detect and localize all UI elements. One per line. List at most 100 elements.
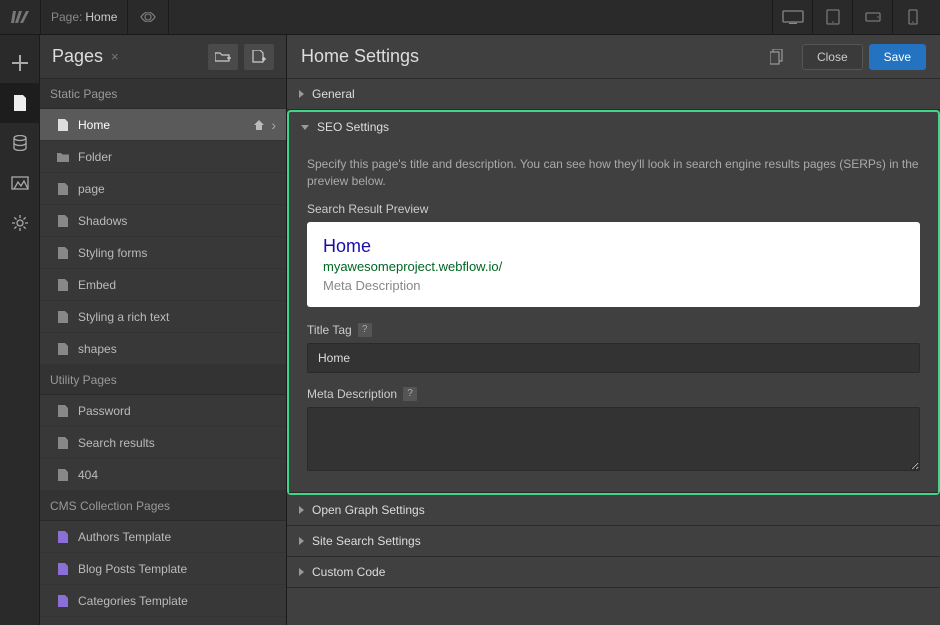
triangle-right-icon	[299, 537, 304, 545]
page-item-label: Authors Template	[78, 530, 171, 544]
cms-page-icon	[56, 562, 70, 576]
page-item-label: Shadows	[78, 214, 127, 228]
webflow-logo-icon[interactable]	[8, 5, 32, 29]
page-item[interactable]: 404	[40, 459, 286, 491]
page-selector[interactable]: Page: Home	[40, 0, 128, 35]
meta-description-input[interactable]	[307, 407, 920, 471]
page-item-folder[interactable]: Folder	[40, 141, 286, 173]
close-button[interactable]: Close	[802, 44, 863, 70]
triangle-right-icon	[299, 568, 304, 576]
assets-icon[interactable]	[0, 163, 40, 203]
page-item-label: Categories Template	[78, 594, 188, 608]
page-icon	[56, 436, 70, 450]
serp-description: Meta Description	[323, 278, 904, 293]
static-pages-header: Static Pages	[40, 79, 286, 109]
desktop-device-icon[interactable]	[772, 0, 812, 35]
cms-page-icon	[56, 594, 70, 608]
page-icon	[56, 246, 70, 260]
save-button[interactable]: Save	[869, 44, 926, 70]
custom-code-toggle[interactable]: Custom Code	[287, 557, 940, 587]
tablet-device-icon[interactable]	[812, 0, 852, 35]
page-item[interactable]: Styling forms	[40, 237, 286, 269]
copy-icon[interactable]	[770, 49, 784, 65]
phone-landscape-icon[interactable]	[852, 0, 892, 35]
page-item-label: Search results	[78, 436, 155, 450]
page-selector-name: Home	[85, 10, 117, 24]
top-bar: Page: Home	[0, 0, 940, 35]
page-icon	[56, 310, 70, 324]
page-icon	[56, 342, 70, 356]
page-icon	[56, 278, 70, 292]
help-icon[interactable]: ?	[403, 387, 417, 401]
help-icon[interactable]: ?	[358, 323, 372, 337]
og-toggle[interactable]: Open Graph Settings	[287, 495, 940, 525]
page-item[interactable]: Authors Template	[40, 521, 286, 553]
page-item[interactable]: Shadows	[40, 205, 286, 237]
phone-portrait-icon[interactable]	[892, 0, 932, 35]
meta-description-label: Meta Description ?	[307, 387, 920, 401]
serp-preview-label: Search Result Preview	[307, 202, 920, 216]
left-icon-bar	[0, 35, 40, 625]
triangle-down-icon	[301, 125, 309, 130]
page-icon	[56, 404, 70, 418]
pages-panel-header: Pages ×	[40, 35, 286, 79]
page-item-label: shapes	[78, 342, 117, 356]
seo-section-highlight: SEO Settings Specify this page's title a…	[287, 110, 940, 495]
page-item[interactable]: Password	[40, 395, 286, 427]
utility-pages-list: Password Search results 404	[40, 395, 286, 491]
device-switcher	[772, 0, 932, 35]
cms-pages-list: Authors Template Blog Posts Template Cat…	[40, 521, 286, 617]
site-search-toggle[interactable]: Site Search Settings	[287, 526, 940, 556]
cms-page-icon	[56, 530, 70, 544]
add-element-icon[interactable]	[0, 43, 40, 83]
section-label: General	[312, 87, 355, 101]
page-item[interactable]: Blog Posts Template	[40, 553, 286, 585]
custom-code-section: Custom Code	[287, 557, 940, 588]
page-item[interactable]: Styling a rich text	[40, 301, 286, 333]
page-icon	[56, 468, 70, 482]
serp-title: Home	[323, 236, 904, 257]
page-icon	[56, 118, 70, 132]
settings-title: Home Settings	[301, 46, 770, 67]
settings-header: Home Settings Close Save	[287, 35, 940, 79]
page-item-label: 404	[78, 468, 98, 482]
page-icon	[56, 182, 70, 196]
seo-toggle[interactable]: SEO Settings	[289, 112, 938, 142]
page-icon	[56, 214, 70, 228]
serp-url: myawesomeproject.webflow.io/	[323, 259, 904, 274]
triangle-right-icon	[299, 90, 304, 98]
section-label: Custom Code	[312, 565, 385, 579]
cms-icon[interactable]	[0, 123, 40, 163]
section-label: Open Graph Settings	[312, 503, 425, 517]
settings-gear-icon[interactable]	[0, 203, 40, 243]
og-section: Open Graph Settings	[287, 495, 940, 526]
close-icon[interactable]: ×	[111, 49, 119, 64]
new-page-button[interactable]	[244, 44, 274, 70]
page-selector-label: Page:	[51, 10, 82, 24]
section-label: Site Search Settings	[312, 534, 421, 548]
utility-pages-header: Utility Pages	[40, 365, 286, 395]
general-section: General	[287, 79, 940, 110]
page-item-label: Styling a rich text	[78, 310, 169, 324]
page-item-home[interactable]: Home ›	[40, 109, 286, 141]
serp-preview: Home myawesomeproject.webflow.io/ Meta D…	[307, 222, 920, 307]
folder-icon	[56, 150, 70, 164]
cms-pages-header: CMS Collection Pages	[40, 491, 286, 521]
title-tag-input[interactable]	[307, 343, 920, 373]
pages-icon[interactable]	[0, 83, 40, 123]
chevron-right-icon: ›	[271, 117, 276, 133]
page-item[interactable]: Embed	[40, 269, 286, 301]
page-item[interactable]: page	[40, 173, 286, 205]
page-item[interactable]: Search results	[40, 427, 286, 459]
static-pages-list: Home › Folder page Shadows Styling fo	[40, 109, 286, 365]
general-toggle[interactable]: General	[287, 79, 940, 109]
settings-panel: Home Settings Close Save General SEO Set…	[287, 35, 940, 625]
page-item[interactable]: shapes	[40, 333, 286, 365]
page-item-label: Styling forms	[78, 246, 147, 260]
new-folder-button[interactable]	[208, 44, 238, 70]
preview-toggle[interactable]	[128, 0, 169, 35]
page-item[interactable]: Categories Template	[40, 585, 286, 617]
seo-section: SEO Settings Specify this page's title a…	[289, 112, 938, 493]
page-item-label: page	[78, 182, 105, 196]
pages-panel: Pages × Static Pages Home ›	[40, 35, 287, 625]
